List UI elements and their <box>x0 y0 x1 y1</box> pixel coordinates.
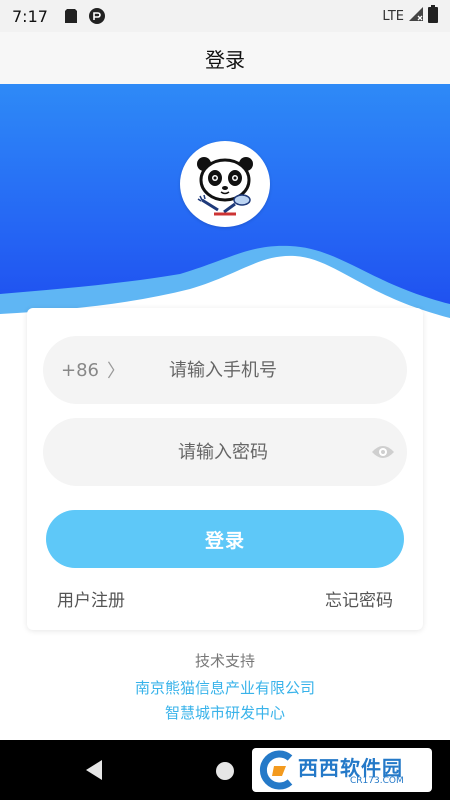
network-type: LTE <box>382 8 404 24</box>
password-field <box>43 418 407 486</box>
country-code-selector[interactable]: +86 〉 <box>61 336 125 404</box>
home-icon[interactable] <box>216 762 234 780</box>
app-bar: 登录 <box>0 32 450 84</box>
panda-chef-logo-icon <box>197 157 253 216</box>
status-right: LTE <box>382 5 438 27</box>
phone-field: +86 〉 <box>43 336 407 404</box>
page-title: 登录 <box>205 47 245 72</box>
login-card: +86 〉 登录 用户注册 忘记密码 <box>27 308 423 630</box>
login-button[interactable]: 登录 <box>46 510 404 568</box>
status-bar: 7:17 LTE <box>0 0 450 32</box>
register-link[interactable]: 用户注册 <box>57 586 125 611</box>
footer: 技术支持 南京熊猫信息产业有限公司 智慧城市研发中心 <box>0 650 450 727</box>
company-name: 南京熊猫信息产业有限公司 <box>134 679 315 697</box>
company-department: 智慧城市研发中心 <box>164 704 285 722</box>
signal-icon <box>408 6 424 26</box>
phone-input[interactable] <box>143 336 303 404</box>
chevron-right-icon: 〉 <box>107 361 125 382</box>
forgot-password-link[interactable]: 忘记密码 <box>325 586 393 611</box>
battery-icon <box>428 5 438 27</box>
country-code: +86 <box>61 359 99 381</box>
app-notification-icon <box>88 7 106 25</box>
back-icon[interactable] <box>86 760 102 780</box>
watermark: 西西软件园 CR173.COM <box>252 748 432 792</box>
watermark-logo-icon <box>259 750 293 790</box>
support-label: 技术支持 <box>194 652 255 670</box>
status-time: 7:17 <box>12 6 48 26</box>
eye-icon[interactable] <box>369 438 397 466</box>
watermark-sub: CR173.COM <box>350 776 404 786</box>
password-input[interactable] <box>143 418 303 486</box>
sd-card-icon <box>64 8 78 24</box>
